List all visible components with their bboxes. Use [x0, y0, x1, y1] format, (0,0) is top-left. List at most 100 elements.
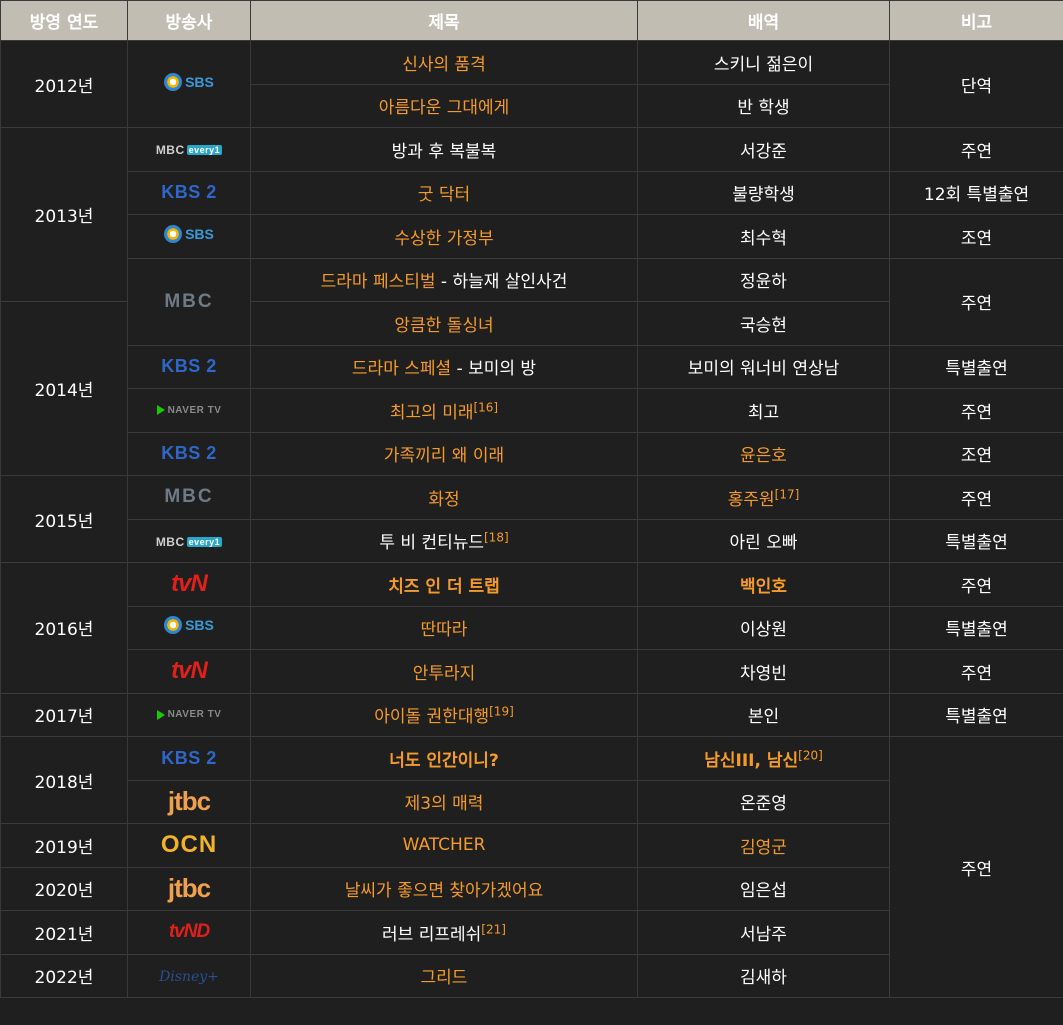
role-cell: 최수혁 [637, 214, 890, 259]
table-row: 2017년 NAVER TV 아이돌 권한대행[19] 본인 특별출연 [0, 692, 1063, 737]
role-cell: 온준영 [637, 779, 890, 824]
broadcaster-cell[interactable]: KBS 2 [127, 431, 251, 476]
broadcaster-cell[interactable]: tvND [127, 910, 251, 955]
tvn-logo-icon[interactable]: tvN [171, 657, 208, 685]
mbc-every1-logo-icon[interactable]: MBC every1 [156, 143, 223, 157]
title-cell: 최고의 미래[16] [250, 388, 638, 433]
table-row: 2015년 MBC 화정 홍주원[17] 주연 [0, 475, 1063, 563]
footnote-link[interactable]: [21] [481, 922, 506, 936]
year-cell: 2017년 [0, 692, 128, 737]
broadcaster-cell[interactable]: OCN [127, 823, 251, 868]
disney-plus-logo-icon[interactable]: Disney+ [159, 969, 219, 985]
note-cell: 주연 [889, 649, 1063, 694]
broadcaster-cell[interactable]: SBS [127, 40, 251, 128]
title-link[interactable]: 화정 [250, 475, 638, 520]
sbs-logo-icon[interactable]: SBS [164, 616, 214, 635]
title-suffix: - 하늘재 살인사건 [435, 272, 568, 293]
broadcaster-cell[interactable]: SBS [127, 605, 251, 650]
title-link[interactable]: WATCHER [250, 823, 638, 868]
broadcaster-cell[interactable]: tvN [127, 649, 251, 694]
broadcaster-cell[interactable]: tvN [127, 562, 251, 607]
role-cell: 보미의 워너비 연상남 [637, 344, 890, 389]
title-cell: 투 비 컨티뉴드[18] [250, 518, 638, 563]
role-cell: 정윤하 [637, 257, 890, 302]
broadcaster-cell[interactable]: jtbc [127, 779, 251, 824]
title-link[interactable]: 가족끼리 왜 이래 [250, 431, 638, 476]
footnote-link[interactable]: [18] [484, 531, 509, 545]
jtbc-logo-icon[interactable]: jtbc [168, 786, 211, 817]
title-link[interactable]: 날씨가 좋으면 찾아가겠어요 [250, 866, 638, 911]
title-link[interactable]: 신사의 품격 [250, 40, 638, 85]
broadcaster-cell[interactable]: NAVER TV [127, 388, 251, 433]
title-link[interactable]: 안투라지 [250, 649, 638, 694]
note-cell: 주연 [889, 475, 1063, 520]
title-link[interactable]: 제3의 매력 [250, 779, 638, 824]
role-link[interactable]: 윤은호 [637, 431, 890, 476]
role-link[interactable]: 김영군 [637, 823, 890, 868]
broadcaster-cell[interactable]: NAVER TV [127, 692, 251, 737]
note-cell: 특별출연 [889, 605, 1063, 650]
role-cell: 서남주 [637, 910, 890, 955]
tvn-logo-icon[interactable]: tvN [171, 570, 208, 598]
year-cell: 2014년 [0, 301, 128, 476]
footnote-link[interactable]: [19] [489, 705, 514, 719]
title-link[interactable]: 앙큼한 돌싱녀 [250, 301, 638, 346]
title-link[interactable]: 굿 닥터 [250, 170, 638, 215]
broadcaster-cell[interactable]: MBC every1 [127, 127, 251, 172]
role-cell: 김새하 [637, 953, 890, 998]
title-link[interactable]: 아이돌 권한대행 [374, 707, 489, 727]
sbs-logo-icon[interactable]: SBS [164, 72, 214, 91]
role-link[interactable]: 백인호 [637, 562, 890, 607]
year-cell: 2022년 [0, 953, 128, 998]
tvnd-logo-icon[interactable]: tvND [169, 921, 210, 943]
filmography-table: 방영 연도 방송사 제목 배역 비고 2012년 SBS 신사의 품격 스키니 … [0, 0, 1063, 998]
title-link[interactable]: 아름다운 그대에게 [250, 83, 638, 128]
table-row: SBS 수상한 가정부 최수혁 조연 [1, 214, 1063, 259]
play-triangle-icon [156, 405, 165, 416]
broadcaster-cell[interactable]: KBS 2 [127, 170, 251, 215]
note-cell: 특별출연 [889, 692, 1063, 737]
footnote-link[interactable]: [16] [473, 400, 498, 414]
table-row: 2013년 MBC every1 방과 후 복불복 서강준 주연 [0, 127, 1063, 302]
naver-tv-logo-icon[interactable]: NAVER TV [156, 405, 222, 416]
title-link[interactable]: 최고의 미래 [390, 403, 474, 423]
kbs2-logo-icon[interactable]: KBS 2 [161, 443, 217, 464]
broadcaster-cell[interactable]: MBC [127, 257, 251, 346]
mbc-every1-logo-icon[interactable]: MBC every1 [156, 535, 223, 549]
ocn-logo-icon[interactable]: OCN [161, 831, 217, 859]
title-text: 투 비 컨티뉴드 [379, 533, 484, 554]
broadcaster-cell[interactable]: jtbc [127, 866, 251, 911]
role-cell: 반 학생 [637, 83, 890, 128]
note-cell: 단역 [889, 40, 1063, 128]
footnote-link[interactable]: [17] [775, 487, 800, 501]
role-cell: 불량학생 [637, 170, 890, 215]
broadcaster-cell[interactable]: Disney+ [127, 953, 251, 998]
title-link[interactable]: 수상한 가정부 [250, 214, 638, 259]
title-link[interactable]: 딴따라 [250, 605, 638, 650]
naver-tv-logo-icon[interactable]: NAVER TV [156, 709, 222, 720]
title-link[interactable]: 그리드 [250, 953, 638, 998]
kbs2-logo-icon[interactable]: KBS 2 [161, 356, 217, 377]
mbc-logo-icon[interactable]: MBC [164, 291, 213, 313]
kbs2-logo-icon[interactable]: KBS 2 [161, 182, 217, 203]
title-link[interactable]: 치즈 인 더 트랩 [250, 562, 638, 607]
broadcaster-cell[interactable]: MBC [127, 475, 251, 520]
broadcaster-cell[interactable]: MBC every1 [127, 518, 251, 563]
sbs-logo-icon[interactable]: SBS [164, 224, 214, 243]
jtbc-logo-icon[interactable]: jtbc [168, 873, 211, 904]
footnote-link[interactable]: [20] [798, 748, 823, 762]
role-cell: 홍주원[17] [637, 475, 890, 520]
title-link[interactable]: 드라마 페스티벌 [321, 272, 436, 292]
broadcaster-cell[interactable]: KBS 2 [127, 736, 251, 781]
role-link[interactable]: 홍주원 [728, 490, 775, 510]
kbs2-logo-icon[interactable]: KBS 2 [161, 748, 217, 769]
broadcaster-cell[interactable]: KBS 2 [127, 344, 251, 389]
title-link[interactable]: 너도 인간이니? [250, 736, 638, 781]
role-cell: 남신III, 남신[20] [637, 736, 890, 781]
broadcaster-cell[interactable]: SBS [127, 214, 251, 259]
title-cell: 방과 후 복불복 [250, 127, 638, 172]
role-link[interactable]: 남신III, 남신 [704, 751, 798, 771]
note-cell: 조연 [889, 431, 1063, 476]
mbc-logo-icon[interactable]: MBC [164, 486, 213, 508]
title-link[interactable]: 드라마 스페셜 [352, 359, 451, 379]
